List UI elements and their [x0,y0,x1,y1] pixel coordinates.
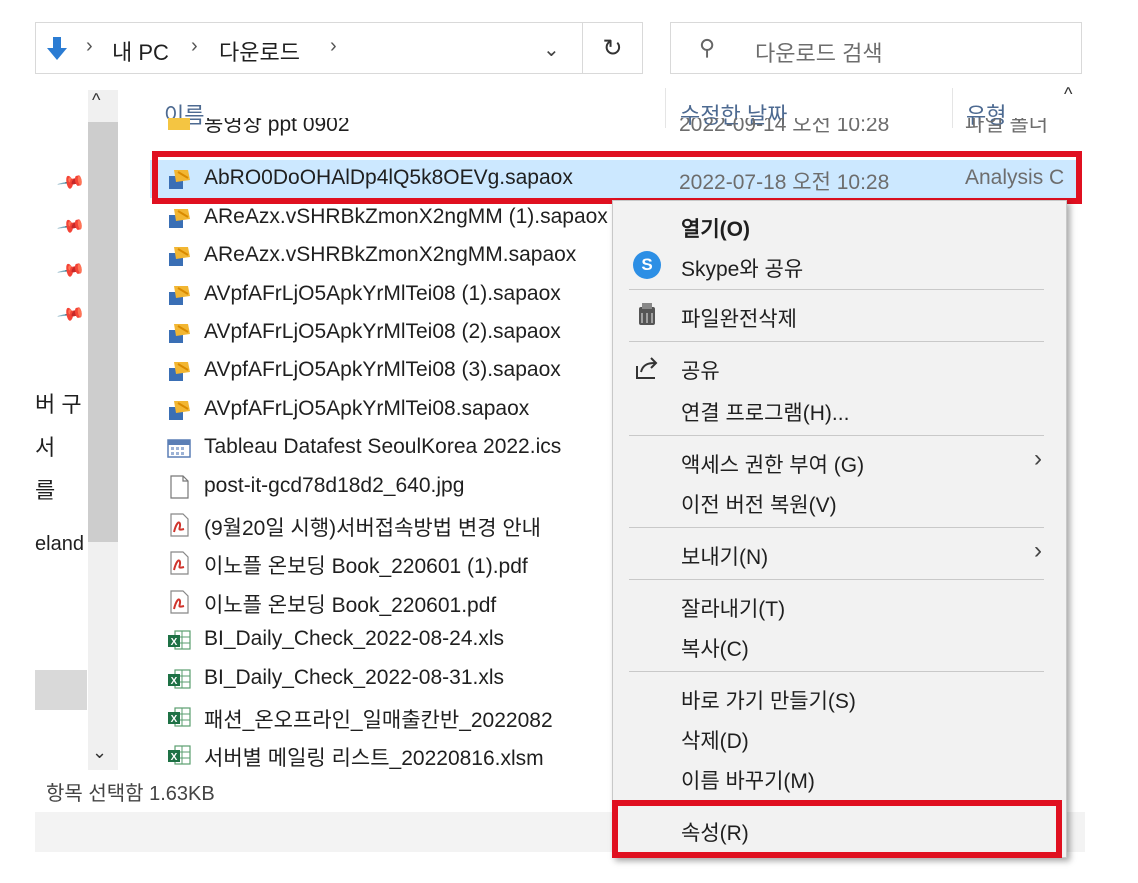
file-name: BI_Daily_Check_2022-08-24.xls [204,627,504,651]
menu-separator [629,341,1044,342]
menu-separator [629,289,1044,290]
menu-item-grant-access[interactable]: 액세스 권한 부여 (G) [681,449,864,479]
pin-icon: 📌 [56,299,87,329]
selected-file-highlight [152,151,1082,204]
pin-icon: 📌 [56,211,87,241]
menu-item-shred[interactable]: 파일완전삭제 [681,303,797,333]
svg-text:X: X [171,714,178,725]
address-bar[interactable]: › 내 PC › 다운로드 › ⌄ [35,22,583,74]
excel-icon: X [166,666,192,692]
file-name: (9월20일 시행)서버접속방법 변경 안내 [204,517,542,540]
sap-icon [166,320,192,346]
nav-selected-item[interactable] [35,670,87,710]
file-name: AVpfAFrLjO5ApkYrMlTei08 (3).sapaox [204,358,561,382]
chevron-right-icon: › [86,35,93,57]
status-text: 항목 선택함 1.63KB [46,783,215,805]
sap-icon [166,243,192,269]
skype-icon: S [633,251,661,279]
file-type: 파일 폴더 [965,118,1049,136]
pin-icon: 📌 [56,255,87,285]
file-name: 동영상 ppt 0902 [204,118,350,136]
menu-item-skype-share[interactable]: Skype와 공유 [681,253,803,283]
search-input[interactable]: 다운로드 검색 [755,36,883,68]
menu-item-send-to[interactable]: 보내기(N) [681,541,768,571]
excel-icon: X [166,742,192,768]
chevron-right-icon: › [1034,445,1042,472]
file-row[interactable]: 동영상 ppt 0902 2022-09-14 오전 10:28 파일 폴더 [150,118,1080,146]
search-box[interactable]: ⚲ 다운로드 검색 [670,22,1082,74]
nav-item[interactable]: 를 [35,473,55,505]
svg-text:X: X [171,676,178,687]
scroll-down-icon[interactable]: ⌄ [92,742,107,763]
menu-item-cut[interactable]: 잘라내기(T) [681,593,785,623]
nav-item[interactable]: eland [35,533,84,556]
file-name: Tableau Datafest SeoulKorea 2022.ics [204,435,562,459]
down-arrow-icon [47,37,67,60]
menu-separator [629,435,1044,436]
file-name: 패션_온오프라인_일매출칸반_2022082 [204,709,553,732]
search-icon: ⚲ [699,35,716,60]
calendar-icon [166,435,192,461]
scroll-up-icon[interactable]: ^ [92,90,100,111]
file-name: 서버별 메일링 리스트_20220816.xlsm [204,747,544,771]
context-menu: 열기(O) S Skype와 공유 파일완전삭제 공유 연결 프로그램(H)..… [612,200,1067,858]
menu-item-open[interactable]: 열기(O) [681,213,750,243]
excel-icon: X [166,627,192,653]
file-name: AVpfAFrLjO5ApkYrMlTei08 (2).sapaox [204,320,561,343]
pin-icon: 📌 [56,167,87,197]
menu-separator [629,527,1044,528]
file-name: post-it-gcd78d18d2_640.jpg [204,473,465,497]
image-file-icon [166,474,192,500]
file-name: AVpfAFrLjO5ApkYrMlTei08.sapaox [204,396,530,420]
excel-icon: X [166,704,192,730]
properties-highlight [612,800,1062,858]
file-date: 2022-09-14 오전 10:28 [679,118,890,136]
refresh-button[interactable]: ↻ [583,22,643,74]
shredder-icon [639,303,655,325]
menu-item-delete[interactable]: 삭제(D) [681,725,749,755]
menu-separator [629,671,1044,672]
file-name: AReAzx.vSHRBkZmonX2ngMM (1).sapaox [204,204,608,228]
menu-item-share[interactable]: 공유 [681,355,720,385]
file-name: BI_Daily_Check_2022-08-31.xls [204,665,504,689]
file-name: AReAzx.vSHRBkZmonX2ngMM.sapaox [204,243,577,267]
svg-text:X: X [171,637,178,648]
sap-icon [166,358,192,384]
share-icon [636,357,658,379]
sap-icon [166,397,192,423]
chevron-right-icon: › [191,35,198,57]
chevron-right-icon: › [1034,537,1042,564]
menu-separator [629,579,1044,580]
chevron-right-icon: › [330,35,337,57]
menu-item-rename[interactable]: 이름 바꾸기(M) [681,765,815,795]
chevron-down-icon[interactable]: ⌄ [543,37,560,62]
file-name: 이노플 온보딩 Book_220601 (1).pdf [204,555,528,579]
sap-icon [166,205,192,231]
menu-item-open-with[interactable]: 연결 프로그램(H)... [681,397,849,427]
menu-item-create-shortcut[interactable]: 바로 가기 만들기(S) [681,685,856,715]
folder-icon [166,118,192,134]
pdf-icon [166,589,192,615]
svg-text:X: X [171,752,178,763]
menu-item-copy[interactable]: 복사(C) [681,633,749,663]
nav-item[interactable]: 버 구 [35,387,82,419]
file-name: 이노플 온보딩 Book_220601.pdf [204,593,497,617]
pdf-icon [166,550,192,576]
breadcrumb-item-pc[interactable]: 내 PC [112,35,169,67]
sap-icon [166,282,192,308]
breadcrumb-item-downloads[interactable]: 다운로드 [219,35,300,67]
pdf-icon [166,512,192,538]
nav-scrollbar-thumb[interactable] [88,122,118,542]
nav-item[interactable]: 서 [35,430,55,462]
menu-item-restore-previous[interactable]: 이전 버전 복원(V) [681,489,837,519]
file-name: AVpfAFrLjO5ApkYrMlTei08 (1).sapaox [204,281,561,305]
